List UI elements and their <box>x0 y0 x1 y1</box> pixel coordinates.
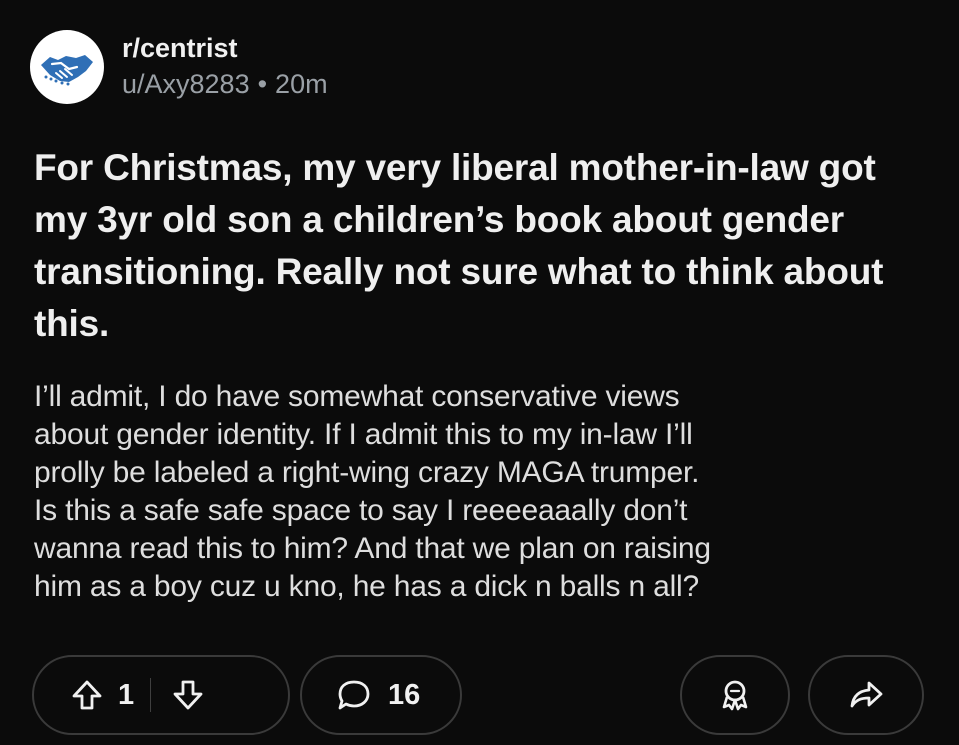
post-card: r/centrist u/Axy8283 • 20m For Christmas… <box>0 0 959 745</box>
handshake-icon <box>38 47 96 87</box>
comments-button[interactable]: 16 <box>300 655 462 735</box>
arrow-up-icon <box>70 678 104 712</box>
vote-divider <box>150 678 152 712</box>
share-button[interactable] <box>808 655 924 735</box>
post-meta: r/centrist u/Axy8283 • 20m <box>122 31 328 103</box>
arrow-down-icon <box>171 678 205 712</box>
upvote-count: 1 <box>118 678 135 711</box>
author-name[interactable]: u/Axy8283 <box>122 65 250 103</box>
speech-bubble-icon <box>336 677 372 713</box>
post-header: r/centrist u/Axy8283 • 20m <box>30 30 328 104</box>
award-icon <box>715 675 755 715</box>
post-title[interactable]: For Christmas, my very liberal mother-in… <box>34 142 924 350</box>
downvote-button[interactable] <box>171 678 205 712</box>
vote-control: 1 <box>32 655 290 735</box>
meta-separator: • <box>257 69 268 99</box>
post-body: I’ll admit, I do have somewhat conservat… <box>34 380 711 603</box>
subreddit-avatar[interactable] <box>30 30 104 104</box>
upvote-button[interactable] <box>70 678 104 712</box>
author-line: u/Axy8283 • 20m <box>122 65 328 103</box>
subreddit-name[interactable]: r/centrist <box>122 31 328 65</box>
award-button[interactable] <box>680 655 790 735</box>
post-age: 20m <box>275 69 328 99</box>
post-actions: 1 16 <box>30 655 925 737</box>
comment-count: 16 <box>388 678 421 711</box>
share-arrow-icon <box>846 675 886 715</box>
